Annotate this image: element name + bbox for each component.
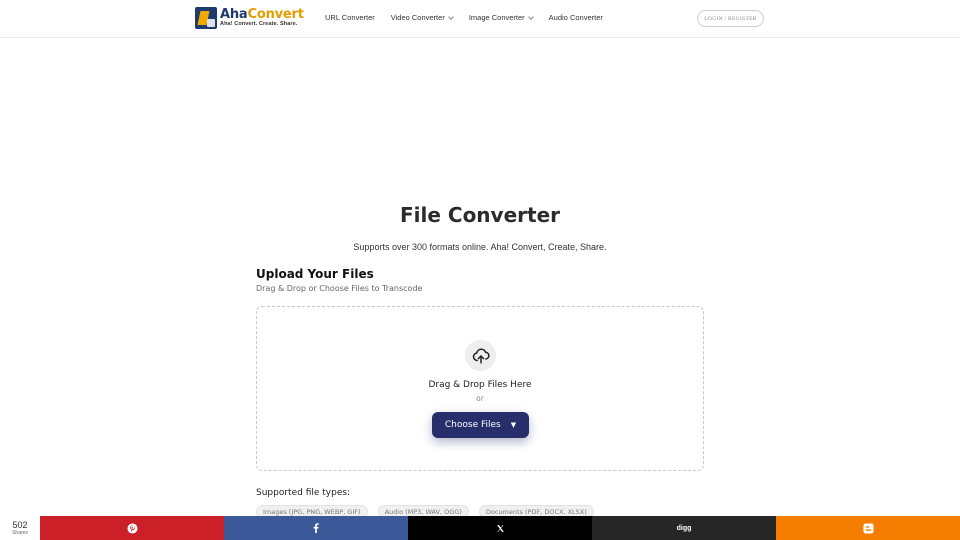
upload-subheading: Drag & Drop or Choose Files to Transcode xyxy=(256,284,423,293)
supported-types-heading: Supported file types: xyxy=(256,488,351,498)
logo-tagline: Aha! Convert. Create. Share. xyxy=(220,21,298,28)
share-facebook-button[interactable] xyxy=(224,516,408,540)
login-register-button[interactable]: LOGIN / REGISTER xyxy=(697,10,764,27)
site-header: AhaConvert Aha! Convert. Create. Share. … xyxy=(0,0,960,38)
digg-icon: digg xyxy=(676,524,692,532)
page-title: File Converter xyxy=(399,203,560,227)
drop-text: Drag & Drop Files Here xyxy=(428,380,532,390)
share-x-button[interactable] xyxy=(408,516,592,540)
share-count-label: Shares xyxy=(12,529,28,536)
site-logo[interactable]: AhaConvert Aha! Convert. Create. Share. xyxy=(195,7,304,29)
share-pinterest-button[interactable] xyxy=(40,516,224,540)
x-icon xyxy=(496,524,504,532)
logo-name-part2: Convert xyxy=(247,7,304,23)
nav-audio-converter[interactable]: Audio Converter xyxy=(549,13,603,22)
chevron-down-icon xyxy=(527,13,534,20)
share-count-number: 502 xyxy=(12,519,28,530)
upload-heading: Upload Your Files xyxy=(256,267,374,281)
choose-files-button[interactable]: Choose Files ▼ xyxy=(432,412,529,438)
nav-video-converter[interactable]: Video Converter xyxy=(390,13,454,22)
cloud-upload-icon xyxy=(465,340,496,371)
or-text: or xyxy=(476,394,484,403)
pinterest-icon xyxy=(126,522,138,534)
choose-files-label: Choose Files xyxy=(444,420,501,430)
file-dropzone[interactable]: Drag & Drop Files Here or Choose Files ▼ xyxy=(256,306,704,471)
facebook-icon xyxy=(313,523,319,533)
nav-video-converter-label: Video Converter xyxy=(390,13,445,22)
share-bar: 502 Shares digg xyxy=(0,516,960,540)
logo-mark-icon xyxy=(195,7,217,29)
share-blogger-button[interactable] xyxy=(776,516,960,540)
share-digg-button[interactable]: digg xyxy=(592,516,776,540)
chevron-down-icon xyxy=(447,13,454,20)
caret-down-icon: ▼ xyxy=(510,421,517,429)
page-subtitle: Supports over 300 formats online. Aha! C… xyxy=(353,242,607,252)
nav-image-converter-label: Image Converter xyxy=(468,13,525,22)
logo-text: AhaConvert Aha! Convert. Create. Share. xyxy=(220,8,304,28)
blogger-icon xyxy=(862,522,874,534)
logo-name-part1: Aha xyxy=(220,7,248,23)
logo-name: AhaConvert xyxy=(220,8,304,21)
nav-url-converter-label: URL Converter xyxy=(325,13,375,22)
nav-audio-converter-label: Audio Converter xyxy=(548,13,603,22)
main-nav: URL Converter Video Converter Image Conv… xyxy=(325,13,603,22)
share-count: 502 Shares xyxy=(0,516,40,540)
nav-url-converter[interactable]: URL Converter xyxy=(325,13,375,22)
nav-image-converter[interactable]: Image Converter xyxy=(468,13,534,22)
